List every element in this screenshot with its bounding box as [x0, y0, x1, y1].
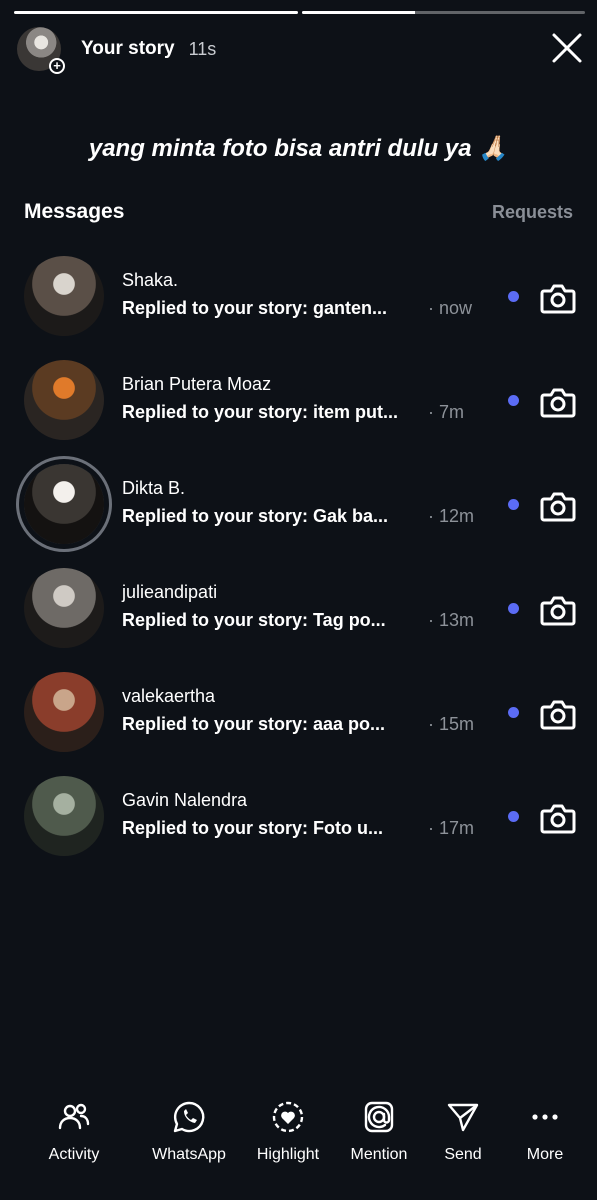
- activity-icon: [26, 1100, 122, 1134]
- message-time: · 7m: [428, 402, 464, 422]
- unread-dot: [508, 291, 519, 302]
- close-icon[interactable]: [551, 32, 583, 64]
- unread-dot: [508, 811, 519, 822]
- action-highlight[interactable]: Highlight: [240, 1100, 336, 1164]
- message-time: · 13m: [428, 610, 475, 630]
- message-row[interactable]: julieandipati Replied to your story: Tag…: [0, 568, 597, 672]
- camera-icon[interactable]: [540, 800, 576, 836]
- messages-heading: Messages: [24, 200, 125, 223]
- action-label: Activity: [48, 1146, 100, 1163]
- avatar[interactable]: [24, 568, 104, 648]
- message-row[interactable]: Gavin Nalendra Replied to your story: Fo…: [0, 776, 597, 880]
- progress-segment: [14, 11, 298, 14]
- story-time: 11s: [188, 38, 217, 59]
- message-row[interactable]: Shaka. Replied to your story: ganten... …: [0, 256, 597, 360]
- action-activity[interactable]: Activity: [26, 1100, 122, 1164]
- highlight-icon: [240, 1100, 336, 1134]
- avatar[interactable]: [24, 464, 104, 544]
- progress-fill: [14, 11, 298, 14]
- sender-name: Dikta B.: [122, 478, 186, 498]
- message-preview: Replied to your story: item put...: [122, 402, 399, 422]
- progress-segment: [301, 11, 585, 14]
- message-row[interactable]: Brian Putera Moaz Replied to your story:…: [0, 360, 597, 464]
- message-row[interactable]: valekaertha Replied to your story: aaa p…: [0, 672, 597, 776]
- action-label: More: [526, 1146, 564, 1163]
- message-time: · 12m: [428, 506, 475, 526]
- story-title[interactable]: Your story: [81, 38, 175, 60]
- action-label: Mention: [350, 1146, 408, 1163]
- action-whatsapp[interactable]: WhatsApp: [141, 1100, 237, 1164]
- unread-dot: [508, 499, 519, 510]
- story-caption: yang minta foto bisa antri dulu ya 🙏🏻: [88, 135, 509, 162]
- camera-icon[interactable]: [540, 592, 576, 628]
- requests-link[interactable]: Requests: [492, 202, 573, 223]
- story-action-bar: Activity WhatsApp Highlight Mention Send…: [0, 1100, 597, 1176]
- story-progress-bar: [14, 11, 585, 14]
- avatar[interactable]: [24, 672, 104, 752]
- add-story-icon[interactable]: +: [49, 58, 65, 74]
- action-label: WhatsApp: [152, 1146, 226, 1163]
- mention-icon: [331, 1100, 427, 1134]
- story-avatar[interactable]: +: [17, 27, 65, 74]
- message-preview: Replied to your story: Tag po...: [122, 610, 386, 630]
- message-row[interactable]: Dikta B. Replied to your story: Gak ba..…: [0, 464, 597, 568]
- unread-dot: [508, 395, 519, 406]
- sender-name: Brian Putera Moaz: [122, 374, 272, 394]
- camera-icon[interactable]: [540, 280, 576, 316]
- message-list: Shaka. Replied to your story: ganten... …: [0, 256, 597, 880]
- message-time: · 15m: [428, 714, 475, 734]
- camera-icon[interactable]: [540, 696, 576, 732]
- unread-dot: [508, 707, 519, 718]
- whatsapp-icon: [141, 1100, 237, 1134]
- action-mention[interactable]: Mention: [331, 1100, 427, 1164]
- message-preview: Replied to your story: ganten...: [122, 298, 388, 318]
- message-time: · 17m: [428, 818, 475, 838]
- message-preview: Replied to your story: Foto u...: [122, 818, 383, 838]
- story-header: + Your story 11s: [17, 26, 217, 74]
- progress-fill: [301, 11, 415, 14]
- sender-name: Gavin Nalendra: [122, 790, 248, 810]
- camera-icon[interactable]: [540, 384, 576, 420]
- unread-dot: [508, 603, 519, 614]
- avatar[interactable]: [24, 776, 104, 856]
- camera-icon[interactable]: [540, 488, 576, 524]
- avatar[interactable]: [24, 256, 104, 336]
- message-preview: Replied to your story: Gak ba...: [122, 506, 389, 526]
- action-more[interactable]: More: [497, 1100, 593, 1164]
- sender-name: julieandipati: [122, 582, 218, 602]
- more-icon: [497, 1100, 593, 1134]
- message-time: · now: [428, 298, 473, 318]
- sender-name: valekaertha: [122, 686, 216, 706]
- sender-name: Shaka.: [122, 270, 179, 290]
- action-label: Highlight: [256, 1146, 320, 1163]
- avatar[interactable]: [24, 360, 104, 440]
- message-preview: Replied to your story: aaa po...: [122, 714, 386, 734]
- messages-section-header: Messages Requests: [24, 200, 573, 224]
